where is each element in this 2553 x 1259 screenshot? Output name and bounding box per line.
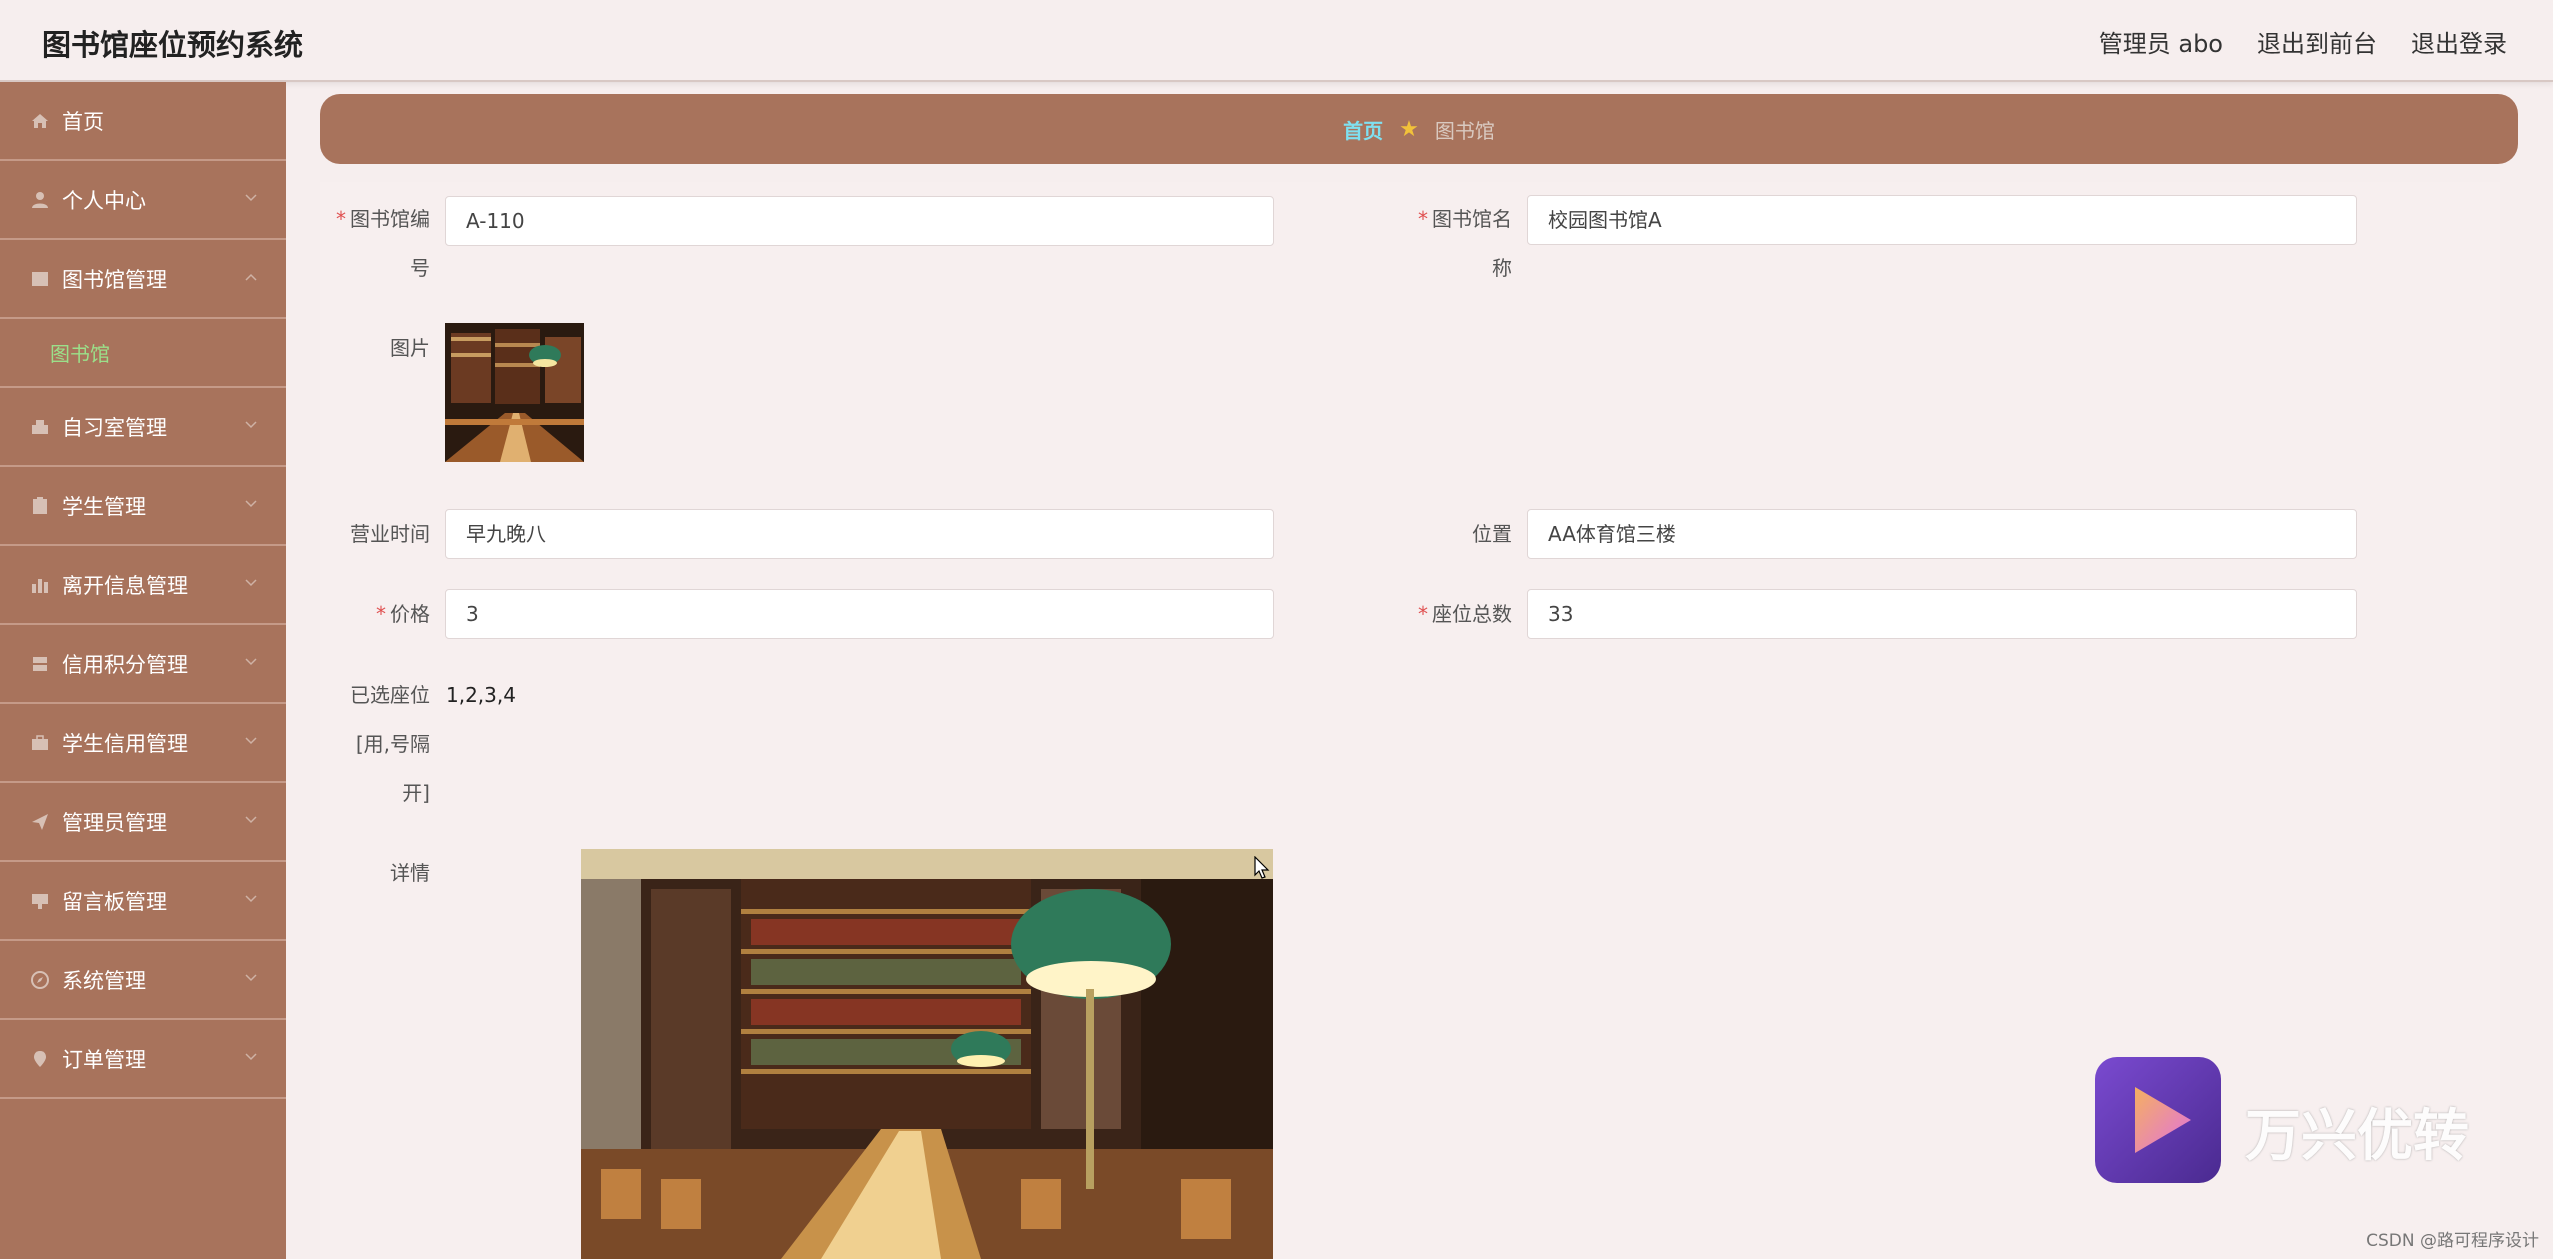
detail-image [581,849,1273,1259]
sidebar-item-label: 个人中心 [62,188,146,213]
chevron-down-icon [245,974,257,982]
chevron-down-icon [245,737,257,745]
home-icon [30,111,50,131]
star-icon: ★ [1399,116,1419,142]
hours-label: 营业时间 [350,522,430,546]
credit-icon [30,654,50,674]
code-label: * 图书馆编 [336,207,430,231]
library-code-input[interactable]: A-110 [445,196,1274,246]
sidebar-item-label: 留言板管理 [62,889,167,914]
sidebar-item-study-room[interactable]: 自习室管理 [0,388,286,467]
chevron-down-icon [245,194,257,202]
study-room-icon [30,417,50,437]
sidebar-item-label: 学生信用管理 [62,731,188,756]
csdn-credit: CSDN @路可程序设计 [2366,1231,2539,1251]
top-header: 图书馆座位预约系统 管理员 abo 退出到前台 退出登录 [0,0,2553,82]
sidebar-item-admins[interactable]: 管理员管理 [0,783,286,862]
chevron-down-icon [245,500,257,508]
current-user-label: 管理员 abo [2098,30,2223,58]
sidebar-item-student-credit[interactable]: 学生信用管理 [0,704,286,783]
watermark: 万兴优转 [2093,1055,2513,1185]
watermark-text: 万兴优转 [2245,1104,2469,1169]
required-mark: * [336,207,346,231]
chevron-down-icon [245,1053,257,1061]
sidebar-item-label: 离开信息管理 [62,573,188,598]
sidebar-item-label: 图书馆管理 [62,267,167,292]
sidebar-item-label: 系统管理 [62,968,146,993]
header-links: 管理员 abo 退出到前台 退出登录 [2099,24,2507,59]
sidebar-item-profile[interactable]: 个人中心 [0,161,286,240]
sidebar-item-label: 订单管理 [62,1047,146,1072]
sidebar-item-students[interactable]: 学生管理 [0,467,286,546]
price-input[interactable]: 3 [445,589,1274,639]
play-logo-icon [2095,1057,2221,1183]
message-icon [30,891,50,911]
image-label: 图片 [390,336,430,360]
sidebar-item-label: 自习室管理 [62,415,167,440]
exit-to-front-link[interactable]: 退出到前台 [2257,24,2377,59]
mouse-cursor-icon [1254,856,1270,879]
selected-seats-value: 1,2,3,4 [446,683,516,707]
selected-seats-label-cont: [用,号隔 [355,732,430,756]
sidebar-item-home[interactable]: 首页 [0,82,286,161]
business-hours-input[interactable]: 早九晚八 [445,509,1274,559]
chart-icon [30,575,50,595]
library-icon [30,269,50,289]
send-icon [30,812,50,832]
breadcrumb: 首页 ★ 图书馆 [320,94,2518,164]
library-name-input[interactable]: 校园图书馆A [1527,195,2357,245]
sidebar-item-credit-points[interactable]: 信用积分管理 [0,625,286,704]
location-icon [30,1049,50,1069]
sidebar-item-label: 信用积分管理 [62,652,188,677]
sidebar-subitem-library[interactable]: 图书馆 [0,319,286,388]
briefcase-icon [30,733,50,753]
required-mark: * [376,602,386,626]
library-thumbnail [445,323,584,462]
chevron-down-icon [245,816,257,824]
name-label-cont: 称 [1492,256,1512,280]
user-icon [30,190,50,210]
sidebar-item-leave-info[interactable]: 离开信息管理 [0,546,286,625]
sidebar-item-label: 首页 [62,109,104,134]
sidebar-item-system[interactable]: 系统管理 [0,941,286,1020]
sidebar-item-label: 学生管理 [62,494,146,519]
required-mark: * [1418,602,1428,626]
price-label: * 价格 [376,602,430,626]
sidebar-item-orders[interactable]: 订单管理 [0,1020,286,1099]
sidebar-subitem-label: 图书馆 [50,342,110,366]
required-mark: * [1418,207,1428,231]
selected-seats-label-end: 开] [402,781,430,805]
chevron-up-icon [245,273,257,281]
app-title: 图书馆座位预约系统 [42,28,304,62]
chevron-down-icon [245,658,257,666]
location-label: 位置 [1472,522,1512,546]
chevron-down-icon [245,579,257,587]
logout-link[interactable]: 退出登录 [2411,24,2507,59]
detail-label: 详情 [390,861,430,885]
clipboard-icon [30,496,50,516]
selected-seats-label: 已选座位 [350,683,430,707]
compass-icon [30,970,50,990]
sidebar-item-library-management[interactable]: 图书馆管理 [0,240,286,319]
total-seats-input[interactable]: 33 [1527,589,2357,639]
location-input[interactable]: AA体育馆三楼 [1527,509,2357,559]
breadcrumb-current: 图书馆 [1434,118,1495,143]
chevron-down-icon [245,895,257,903]
seats-label: * 座位总数 [1418,602,1512,626]
sidebar-item-message-board[interactable]: 留言板管理 [0,862,286,941]
sidebar-item-label: 管理员管理 [62,810,167,835]
chevron-down-icon [245,421,257,429]
name-label: * 图书馆名 [1418,207,1512,231]
code-label-cont: 号 [410,256,430,280]
sidebar: 首页 个人中心 图书馆管理 图书馆 自习室管理 学生管理 离开信息管理 信用积分… [0,82,286,1259]
breadcrumb-home[interactable]: 首页 [1343,115,1383,144]
